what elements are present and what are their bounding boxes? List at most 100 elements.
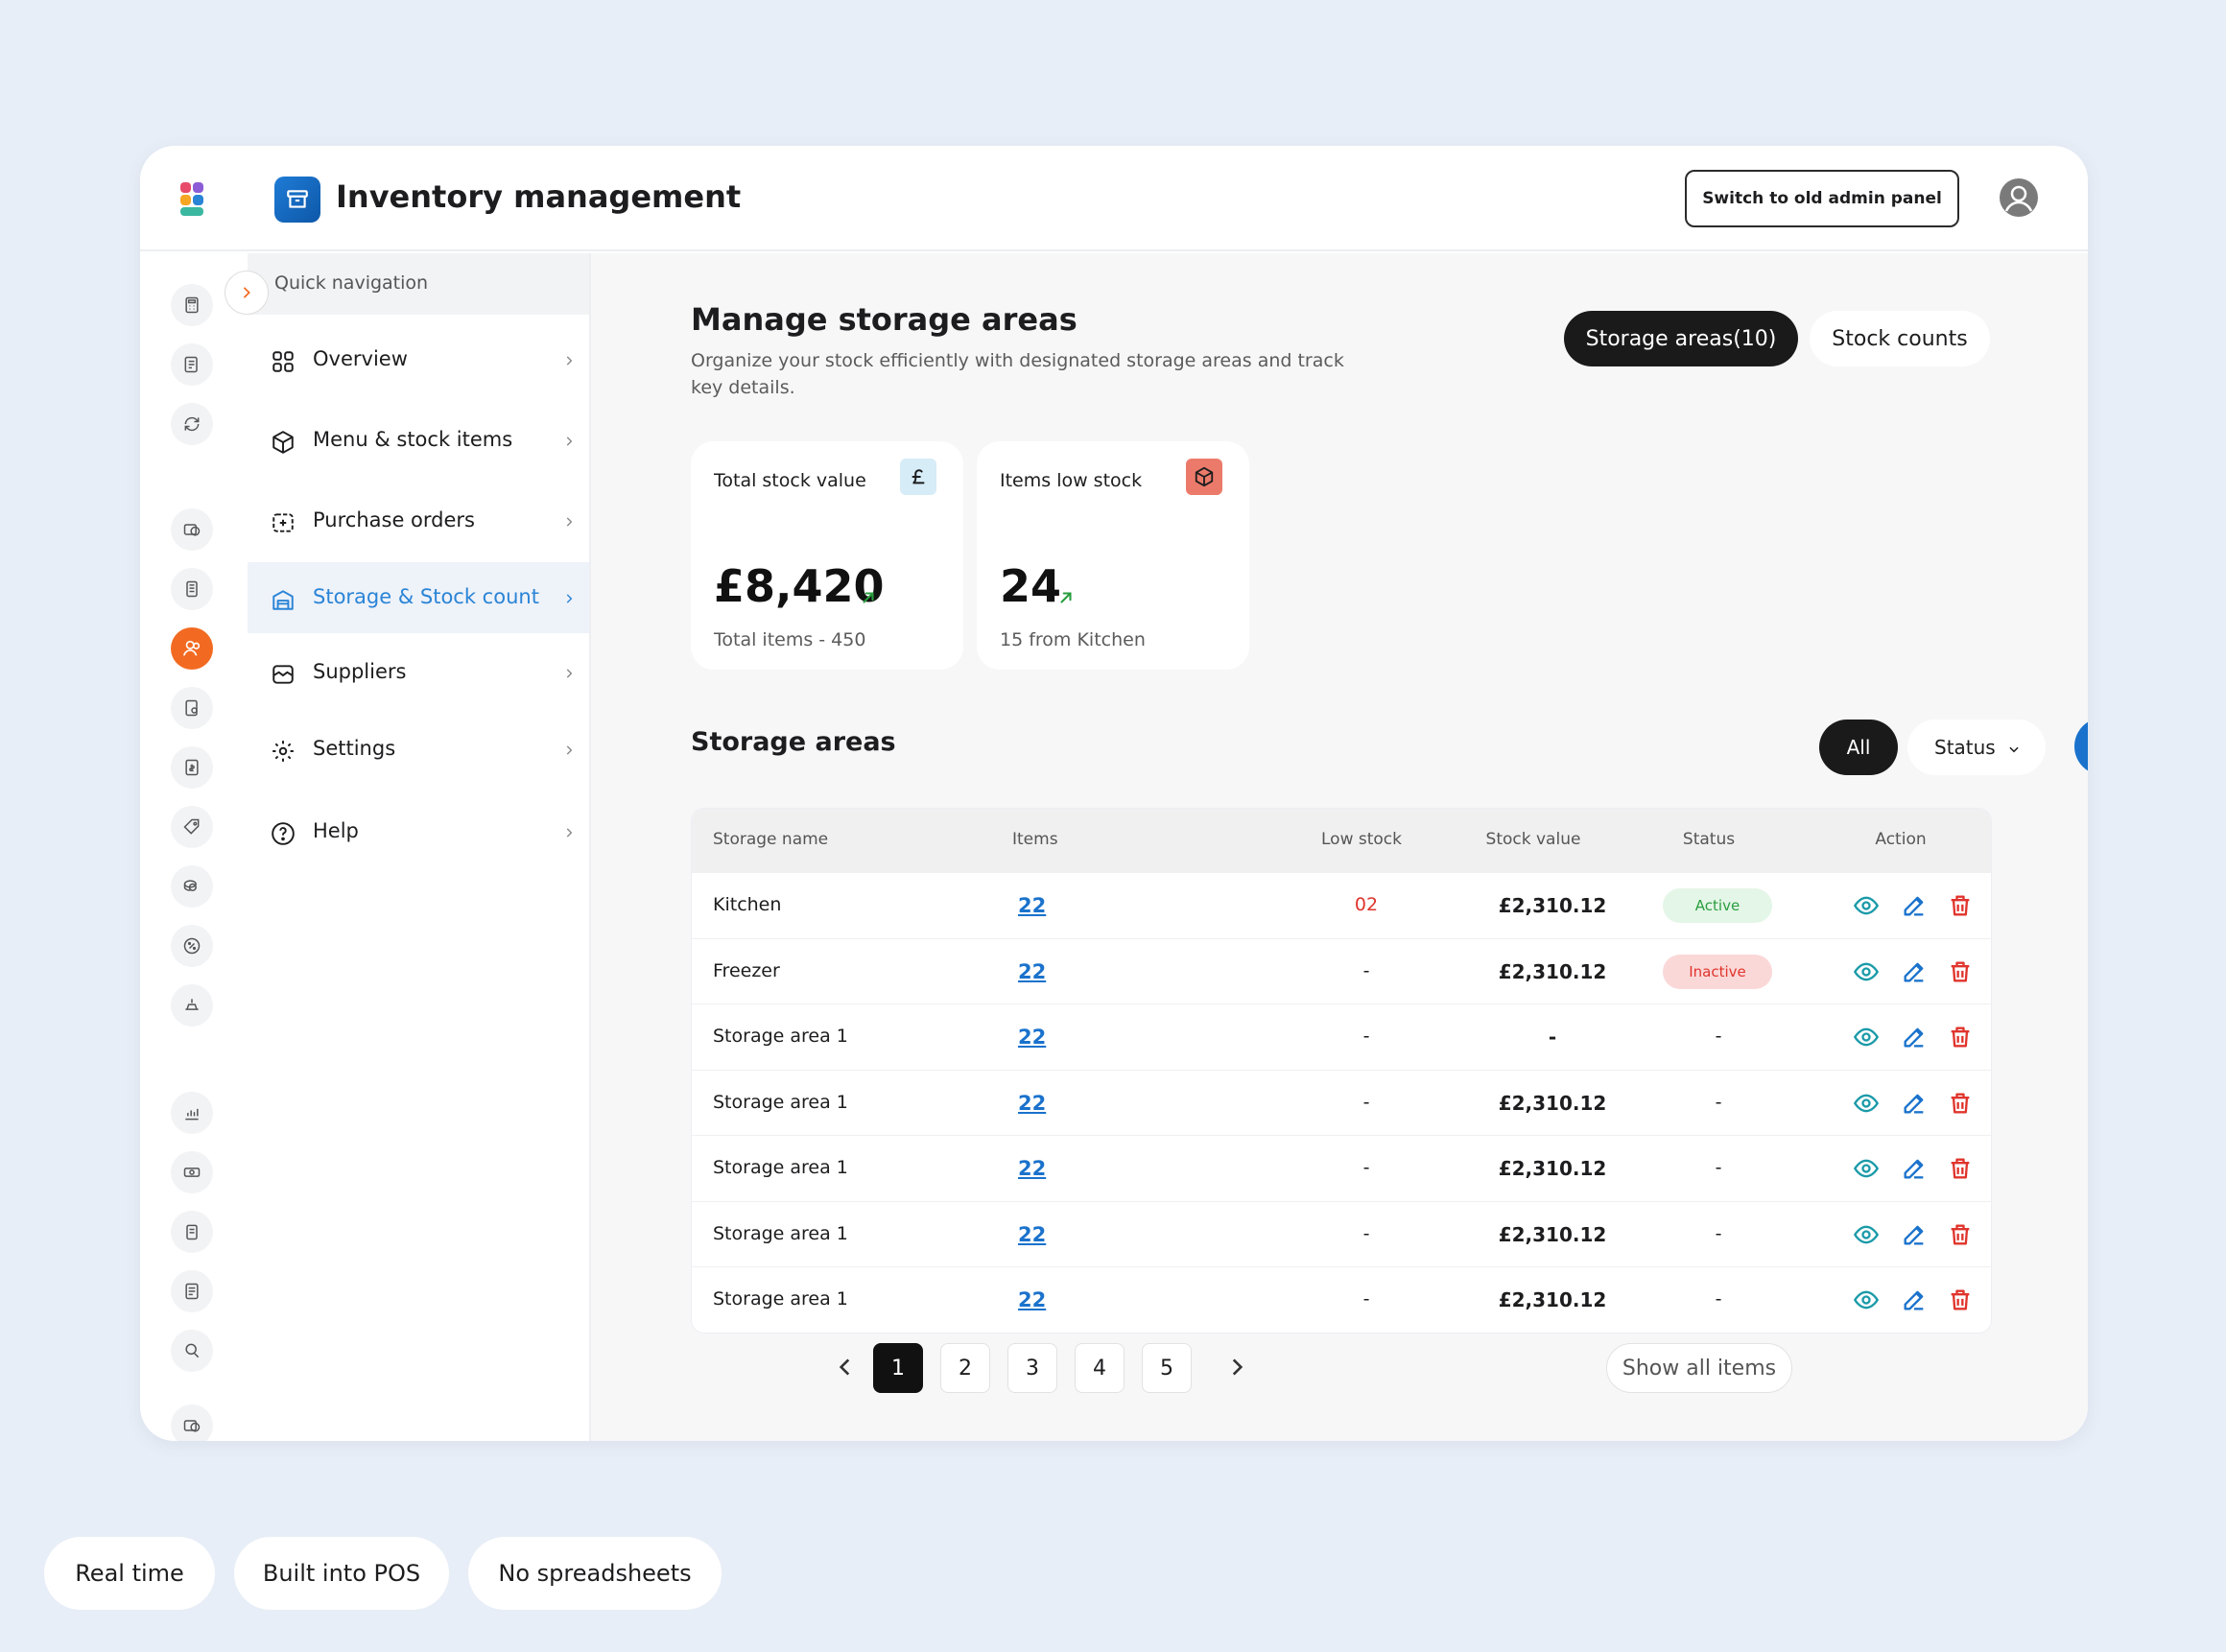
status-cell: -	[1715, 1091, 1722, 1113]
nav-item-settings[interactable]: Settings	[248, 714, 589, 785]
view-eye-icon[interactable]	[1853, 1090, 1880, 1117]
view-eye-icon[interactable]	[1853, 1221, 1880, 1248]
items-count-link[interactable]: 22	[1018, 1157, 1046, 1180]
users-icon[interactable]	[171, 627, 213, 670]
view-eye-icon[interactable]	[1853, 1024, 1880, 1050]
edit-pencil-icon[interactable]	[1901, 1024, 1928, 1050]
stock-value-cell: £2,310.12	[1498, 1157, 1607, 1180]
low-stock-cell: -	[1362, 1288, 1370, 1310]
delete-trash-icon[interactable]	[1947, 892, 1974, 919]
table-row: Freezer 22 - £2,310.12 Inactive	[692, 937, 1991, 1003]
tab-storage-areas[interactable]: Storage areas(10)	[1564, 311, 1798, 366]
money-icon[interactable]	[171, 1151, 213, 1193]
discount-icon[interactable]	[171, 925, 213, 967]
edit-pencil-icon[interactable]	[1901, 1286, 1928, 1313]
add-storage-area-button[interactable]	[2074, 718, 2088, 775]
status-filter-dropdown[interactable]: Status	[1907, 720, 2046, 775]
status-cell: -	[1715, 1222, 1722, 1244]
view-eye-icon[interactable]	[1853, 892, 1880, 919]
show-all-items-button[interactable]: Show all items	[1606, 1343, 1792, 1393]
items-count-link[interactable]: 22	[1018, 1288, 1046, 1311]
edit-pencil-icon[interactable]	[1901, 1155, 1928, 1182]
nav-item-help[interactable]: Help	[248, 796, 589, 867]
support-icon[interactable]	[171, 1330, 213, 1372]
cash-icon[interactable]	[171, 865, 213, 908]
collapse-nav-chevron-icon[interactable]	[225, 271, 269, 315]
card-label: Total stock value	[714, 470, 866, 491]
column-header: Storage name	[713, 830, 829, 849]
delete-trash-icon[interactable]	[1947, 1286, 1974, 1313]
status-cell: -	[1715, 1026, 1722, 1047]
edit-pencil-icon[interactable]	[1901, 1090, 1928, 1117]
view-eye-icon[interactable]	[1853, 958, 1880, 985]
items-count-link[interactable]: 22	[1018, 1026, 1046, 1049]
storage-name-cell: Storage area 1	[713, 1288, 848, 1310]
page-button-2[interactable]: 2	[940, 1343, 990, 1393]
page-button-4[interactable]: 4	[1075, 1343, 1125, 1393]
switch-admin-panel-button[interactable]: Switch to old admin panel	[1685, 170, 1959, 227]
items-count-link[interactable]: 22	[1018, 1223, 1046, 1246]
items-count-link[interactable]: 22	[1018, 894, 1046, 917]
tag-icon[interactable]	[171, 806, 213, 848]
analytics-icon[interactable]	[171, 1092, 213, 1134]
view-eye-icon[interactable]	[1853, 1155, 1880, 1182]
view-eye-icon[interactable]	[1853, 1286, 1880, 1313]
page-button-3[interactable]: 3	[1007, 1343, 1057, 1393]
table-row: Storage area 1 22 - £2,310.12 -	[692, 1135, 1991, 1200]
nav-item-suppliers[interactable]: Suppliers	[248, 637, 589, 708]
storage-name-cell: Storage area 1	[713, 1091, 848, 1113]
report-icon[interactable]	[171, 687, 213, 729]
delete-trash-icon[interactable]	[1947, 958, 1974, 985]
card-value: £8,420	[714, 560, 885, 612]
status-cell: -	[1715, 1288, 1722, 1310]
nav-item-label: Purchase orders	[313, 508, 475, 531]
notes-icon[interactable]	[171, 343, 213, 386]
nav-heading: Quick navigation	[248, 253, 589, 315]
delete-trash-icon[interactable]	[1947, 1155, 1974, 1182]
clipboard-icon[interactable]	[171, 1211, 213, 1253]
nav-item-label: Storage & Stock count	[313, 585, 539, 608]
edit-pencil-icon[interactable]	[1901, 1221, 1928, 1248]
status-filter-label: Status	[1934, 736, 1996, 759]
delete-trash-icon[interactable]	[1947, 1221, 1974, 1248]
nav-item-menu-stock[interactable]: Menu & stock items	[248, 405, 589, 476]
pound-icon	[900, 459, 936, 495]
delivery-icon[interactable]	[171, 984, 213, 1027]
wallet-icon[interactable]	[171, 1404, 213, 1441]
chevron-right-icon	[566, 594, 573, 603]
coins-icon[interactable]	[171, 508, 213, 551]
sync-icon[interactable]	[171, 403, 213, 445]
nav-item-overview[interactable]: Overview	[248, 324, 589, 395]
chevron-left-icon[interactable]	[833, 1355, 858, 1380]
page-button-5[interactable]: 5	[1142, 1343, 1192, 1393]
supplier-icon	[272, 665, 294, 684]
brand-logo-icon	[178, 182, 205, 217]
card-subtext: Total items - 450	[714, 629, 866, 650]
delete-trash-icon[interactable]	[1947, 1024, 1974, 1050]
document-icon[interactable]	[171, 1270, 213, 1312]
tab-stock-counts[interactable]: Stock counts	[1810, 311, 1990, 366]
user-avatar-icon[interactable]	[2000, 178, 2038, 217]
app-window: Inventory management Switch to old admin…	[140, 146, 2088, 1441]
edit-pencil-icon[interactable]	[1901, 958, 1928, 985]
filter-all-button[interactable]: All	[1819, 720, 1898, 775]
storage-name-cell: Storage area 1	[713, 1026, 848, 1047]
delete-trash-icon[interactable]	[1947, 1090, 1974, 1117]
chip-real-time: Real time	[44, 1537, 215, 1610]
calculator-icon[interactable]	[171, 284, 213, 326]
page-button-1[interactable]: 1	[873, 1343, 923, 1393]
nav-item-label: Settings	[313, 737, 396, 760]
column-header: Items	[1012, 830, 1058, 849]
card-value: 24	[1000, 560, 1062, 612]
package-icon	[272, 431, 294, 454]
nav-item-storage-stock-count[interactable]: Storage & Stock count	[248, 562, 589, 633]
items-count-link[interactable]: 22	[1018, 960, 1046, 983]
items-count-link[interactable]: 22	[1018, 1092, 1046, 1115]
nav-item-purchase-orders[interactable]: Purchase orders	[248, 485, 589, 556]
grid-icon	[272, 351, 294, 372]
device-icon[interactable]	[171, 568, 213, 610]
edit-pencil-icon[interactable]	[1901, 892, 1928, 919]
chevron-right-icon[interactable]	[1224, 1355, 1249, 1380]
invoice-icon[interactable]	[171, 746, 213, 789]
low-stock-cell: -	[1362, 1091, 1370, 1113]
